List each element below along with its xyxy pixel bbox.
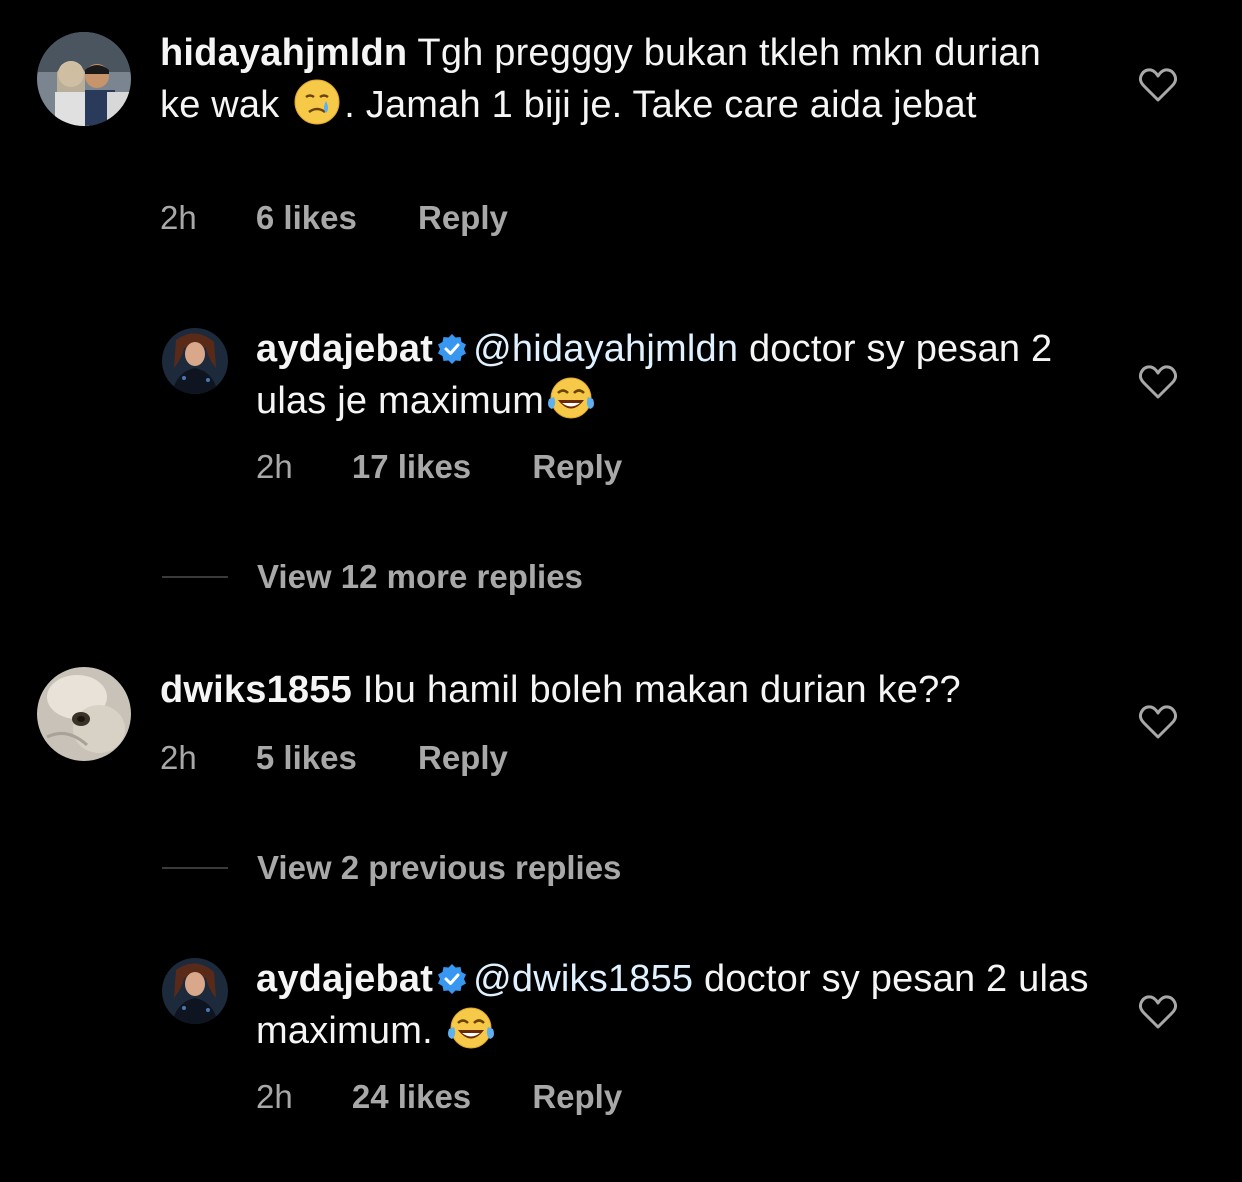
likes-count[interactable]: 6 likes [256,198,357,238]
comment-text: Ibu hamil boleh makan durian ke?? [362,669,961,711]
like-heart-icon[interactable] [1138,67,1178,103]
avatar[interactable] [162,328,228,394]
tears-of-joy-icon [447,1007,494,1049]
like-heart-icon[interactable] [1138,704,1178,740]
username[interactable]: dwiks1855 [160,669,352,711]
likes-count[interactable]: 17 likes [352,447,471,487]
comment-dwiks1855: dwiks1855 Ibu hamil boleh makan durian k… [0,640,1242,800]
like-heart-icon[interactable] [1138,364,1178,400]
reply-button[interactable]: Reply [418,738,508,778]
like-heart-icon[interactable] [1138,994,1178,1030]
comment-body: aydajebat @hidayahjmldn doctor sy pesan … [256,325,1086,425]
username[interactable]: aydajebat [256,328,433,370]
username[interactable]: aydajebat [256,958,433,1000]
comment-body: hidayahjmldn Tgh pregggy bukan tkleh mkn… [160,29,1080,129]
mention-link[interactable]: @dwiks1855 [473,958,693,1000]
reply-button[interactable]: Reply [418,198,508,238]
avatar-photo-icon [162,328,228,394]
reply-aydajebat-1: aydajebat @hidayahjmldn doctor sy pesan … [0,300,1242,520]
timestamp: 2h [160,199,197,236]
comment-hidayahjmldn: hidayahjmldn Tgh pregggy bukan tkleh mkn… [0,0,1242,260]
reply-button[interactable]: Reply [532,447,622,487]
avatar-photo-icon [37,667,131,761]
verified-badge-icon [438,964,467,994]
reply-button[interactable]: Reply [532,1077,622,1117]
view-previous-replies-label[interactable]: View 2 previous replies [257,848,621,888]
view-more-replies-label[interactable]: View 12 more replies [257,557,583,597]
avatar-photo-icon [162,958,228,1024]
verified-badge-icon [438,334,467,364]
username[interactable]: hidayahjmldn [160,32,407,74]
avatar[interactable] [37,667,131,761]
view-previous-replies-button[interactable]: View 2 previous replies [162,848,702,888]
tears-of-joy-icon [548,377,595,419]
timestamp: 2h [160,739,197,776]
crying-face-icon [294,79,340,125]
comment-text-2: . Jamah 1 biji je. Take care aida jebat [344,84,977,126]
likes-count[interactable]: 5 likes [256,738,357,778]
timestamp: 2h [256,1078,293,1115]
likes-count[interactable]: 24 likes [352,1077,471,1117]
divider-line [162,576,228,578]
comment-meta: 2h 5 likes Reply [160,738,508,778]
reply-aydajebat-2: aydajebat @dwiks1855 doctor sy pesan 2 u… [0,930,1242,1130]
comment-body: aydajebat @dwiks1855 doctor sy pesan 2 u… [256,955,1106,1055]
avatar-photo-icon [37,32,131,126]
avatar[interactable] [162,958,228,1024]
comment-meta: 2h 6 likes Reply [160,198,508,238]
avatar[interactable] [37,32,131,126]
mention-link[interactable]: @hidayahjmldn [473,328,738,370]
comment-body: dwiks1855 Ibu hamil boleh makan durian k… [160,666,1110,714]
divider-line [162,867,228,869]
view-more-replies-button[interactable]: View 12 more replies [162,557,662,597]
comment-meta: 2h 17 likes Reply [256,447,622,487]
timestamp: 2h [256,448,293,485]
comment-meta: 2h 24 likes Reply [256,1077,622,1117]
